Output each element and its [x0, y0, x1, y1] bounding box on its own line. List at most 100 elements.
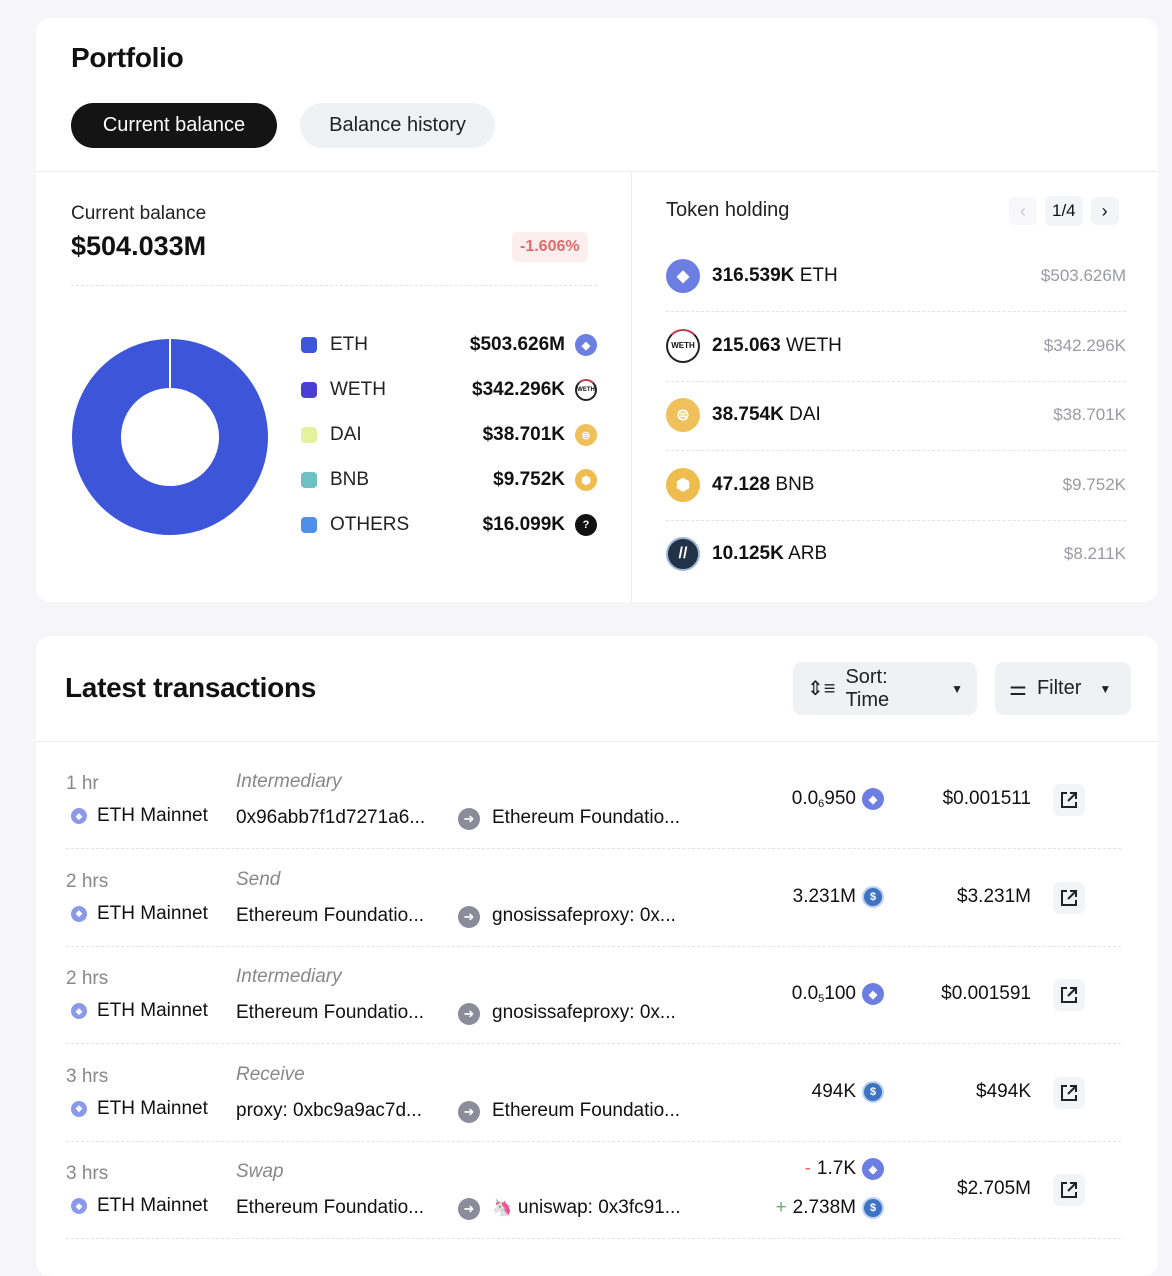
to-address-label: Ethereum Foundatio... [492, 807, 680, 829]
external-link-icon[interactable] [1053, 1077, 1085, 1109]
tx-network: ◆ETH Mainnet [71, 805, 208, 827]
tx-type: Receive [236, 1064, 305, 1086]
legend-label: BNB [330, 469, 493, 491]
tx-time: 1 hr [66, 773, 99, 795]
tx-to-address[interactable]: Ethereum Foundatio... [492, 1100, 680, 1122]
balance-donut-chart [71, 338, 269, 536]
token-amount: 10.125K ARB [712, 543, 1064, 565]
tx-from-address[interactable]: 0x96abb7f1d7271a6... [236, 807, 451, 829]
weth-icon: WETH [666, 329, 700, 363]
token-holding-row[interactable]: ⊜ 38.754K DAI $38.701K [666, 395, 1126, 435]
transaction-row[interactable]: 3 hrs ◆ETH Mainnet Receive proxy: 0xbc9a… [66, 1044, 1121, 1141]
tx-to-address[interactable]: Ethereum Foundatio... [492, 807, 680, 829]
token-amount-value: 38.754K [712, 404, 784, 425]
arrow-right-icon: ➜ [458, 808, 480, 830]
legend-value: $342.296K [472, 379, 565, 401]
legend-swatch [301, 472, 317, 488]
external-link-icon[interactable] [1053, 1174, 1085, 1206]
tx-time: 2 hrs [66, 871, 108, 893]
token-symbol: DAI [789, 404, 821, 425]
legend-label: ETH [330, 334, 470, 356]
token-amount: 38.754K DAI [712, 404, 1053, 426]
tx-from-address[interactable]: proxy: 0xbc9a9ac7d... [236, 1100, 451, 1122]
amount-value: 0.0 [792, 788, 818, 809]
tx-to-address[interactable]: gnosissafeproxy: 0x... [492, 905, 676, 927]
to-address-label: uniswap: 0x3fc91... [518, 1197, 681, 1219]
sort-label: Sort: Time [845, 666, 933, 712]
caret-down-icon: ▼ [1099, 682, 1111, 696]
amount-value: 494K [812, 1081, 856, 1102]
eth-network-icon: ◆ [71, 1101, 87, 1117]
chevron-right-icon[interactable]: › [1091, 197, 1119, 225]
transaction-row[interactable]: 1 hr ◆ETH Mainnet Intermediary 0x96abb7f… [66, 751, 1121, 848]
divider [66, 1238, 1121, 1239]
tx-from-address[interactable]: Ethereum Foundatio... [236, 1197, 451, 1219]
tx-to-address[interactable]: 🦄uniswap: 0x3fc91... [492, 1197, 681, 1219]
usdc-icon: $ [862, 1197, 884, 1219]
eth-network-icon: ◆ [71, 1198, 87, 1214]
chevron-left-icon[interactable]: ‹ [1009, 197, 1037, 225]
sort-dropdown[interactable]: ⇕≡ Sort: Time ▼ [793, 662, 977, 715]
eth-icon: ◆ [666, 259, 700, 293]
tab-current-balance[interactable]: Current balance [71, 103, 277, 148]
divider [36, 741, 1158, 742]
legend-item-eth: ETH $503.626M ◆ [301, 330, 597, 360]
arb-icon: // [666, 537, 700, 571]
caret-down-icon: ▼ [951, 682, 963, 696]
external-link-icon[interactable] [1053, 882, 1085, 914]
tx-from-address[interactable]: Ethereum Foundatio... [236, 905, 451, 927]
tx-usd-value: $494K [976, 1081, 1031, 1103]
amount-value: 1.7K [817, 1158, 856, 1180]
network-label: ETH Mainnet [97, 1000, 208, 1022]
tx-network: ◆ETH Mainnet [71, 1195, 208, 1217]
amount-tail: 100 [824, 983, 856, 1004]
token-holding-row[interactable]: WETH 215.063 WETH $342.296K [666, 326, 1126, 366]
token-pager: ‹ 1/4 › [1009, 196, 1119, 226]
external-link-icon[interactable] [1053, 784, 1085, 816]
transaction-row[interactable]: 3 hrs ◆ETH Mainnet Swap Ethereum Foundat… [66, 1141, 1121, 1238]
token-amount-value: 47.128 [712, 474, 770, 495]
tx-type: Intermediary [236, 966, 342, 988]
network-label: ETH Mainnet [97, 805, 208, 827]
filter-dropdown[interactable]: ⚌ Filter ▼ [995, 662, 1131, 715]
arrow-right-icon: ➜ [458, 1101, 480, 1123]
divider [666, 450, 1126, 451]
tx-from-address[interactable]: Ethereum Foundatio... [236, 1002, 451, 1024]
amount-value: 2.738M [793, 1197, 856, 1219]
external-link-icon[interactable] [1053, 979, 1085, 1011]
legend-value: $38.701K [483, 424, 565, 446]
plus-sign: + [776, 1197, 787, 1219]
page-indicator: 1/4 [1045, 196, 1083, 226]
legend-item-bnb: BNB $9.752K ⬢ [301, 465, 597, 495]
token-usd-value: $503.626M [1041, 266, 1126, 286]
eth-icon: ◆ [862, 983, 884, 1005]
token-holding-row[interactable]: ◆ 316.539K ETH $503.626M [666, 256, 1126, 296]
token-amount-value: 10.125K [712, 543, 784, 564]
tab-balance-history[interactable]: Balance history [300, 103, 495, 148]
to-address-label: gnosissafeproxy: 0x... [492, 1002, 676, 1024]
token-usd-value: $8.211K [1064, 544, 1126, 564]
arrow-right-icon: ➜ [458, 1198, 480, 1220]
transaction-row[interactable]: 2 hrs ◆ETH Mainnet Send Ethereum Foundat… [66, 849, 1121, 946]
transactions-title: Latest transactions [65, 672, 316, 704]
token-holding-row[interactable]: // 10.125K ARB $8.211K [666, 534, 1126, 574]
legend-swatch [301, 517, 317, 533]
tx-type: Swap [236, 1161, 284, 1183]
tx-usd-value: $0.001511 [943, 788, 1031, 810]
balance-value: $504.033M [71, 231, 206, 262]
weth-icon: WETH [575, 379, 597, 401]
token-usd-value: $9.752K [1063, 475, 1126, 495]
token-usd-value: $342.296K [1044, 336, 1126, 356]
question-icon: ? [575, 514, 597, 536]
transaction-row[interactable]: 2 hrs ◆ETH Mainnet Intermediary Ethereum… [66, 946, 1121, 1043]
to-address-label: gnosissafeproxy: 0x... [492, 905, 676, 927]
divider [666, 520, 1126, 521]
token-holding-row[interactable]: ⬢ 47.128 BNB $9.752K [666, 465, 1126, 505]
legend-swatch [301, 427, 317, 443]
token-holding-title: Token holding [666, 199, 789, 222]
token-amount: 494K$ [812, 1081, 884, 1103]
transactions-card: Latest transactions ⇕≡ Sort: Time ▼ ⚌ Fi… [36, 636, 1158, 1276]
token-amount-value: 215.063 [712, 335, 781, 356]
amount-value: 0.0 [792, 983, 818, 1004]
tx-to-address[interactable]: gnosissafeproxy: 0x... [492, 1002, 676, 1024]
